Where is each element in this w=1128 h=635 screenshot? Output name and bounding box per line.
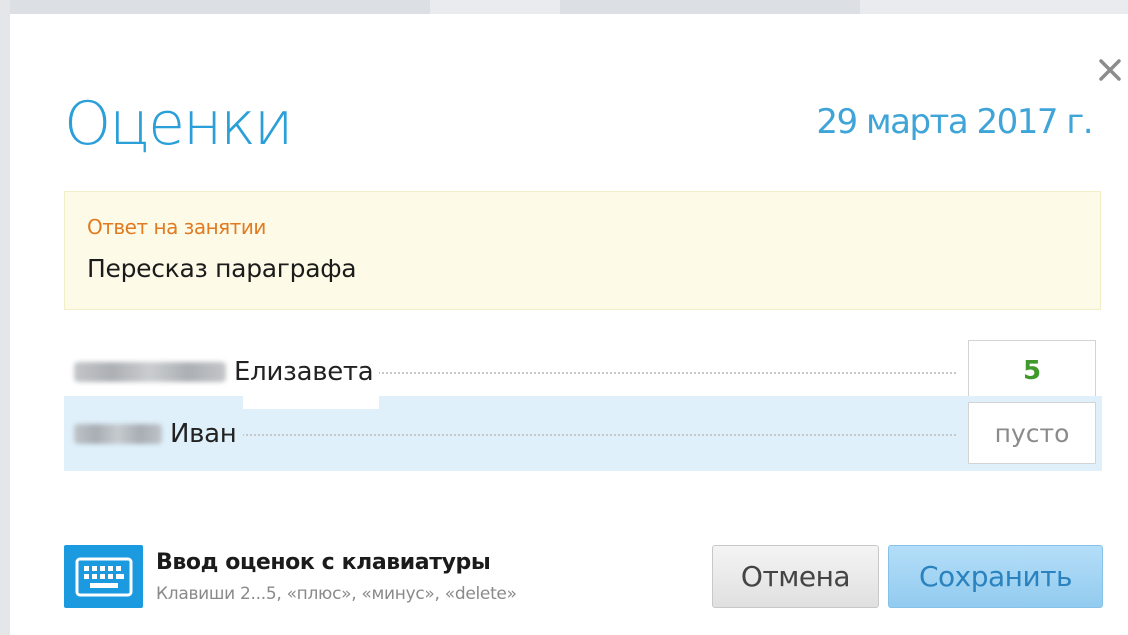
task-panel: Ответ на занятии Пересказ параграфа xyxy=(64,191,1101,310)
student-first-name: Елизавета xyxy=(234,356,374,387)
surname-redacted xyxy=(74,423,162,444)
close-icon xyxy=(1099,59,1121,81)
student-first-name: Иван xyxy=(170,418,237,449)
task-name: Пересказ параграфа xyxy=(87,254,357,283)
keyboard-icon xyxy=(75,557,132,596)
student-name: Иван xyxy=(74,396,243,471)
task-type: Ответ на занятии xyxy=(87,215,266,239)
save-button[interactable]: Сохранить xyxy=(888,545,1103,608)
grade-input[interactable]: пусто xyxy=(968,402,1096,464)
student-row-selected[interactable]: Иван пусто xyxy=(64,396,1102,471)
surname-redacted xyxy=(74,361,226,382)
keyboard-mode-hint: Клавиши 2...5, «плюс», «минус», «delete» xyxy=(156,584,517,604)
grades-dialog: Оценки 29 марта 2017 г. Ответ на занятии… xyxy=(10,14,1128,635)
dialog-title: Оценки xyxy=(64,89,293,159)
cancel-button[interactable]: Отмена xyxy=(712,545,879,608)
keyboard-input-button[interactable] xyxy=(64,545,143,608)
close-button[interactable] xyxy=(1096,56,1124,84)
backdrop xyxy=(0,0,10,635)
keyboard-mode-title: Ввод оценок с клавиатуры xyxy=(156,550,491,575)
grade-input[interactable]: 5 xyxy=(968,340,1096,402)
grade-value: 5 xyxy=(1022,356,1042,386)
grade-placeholder: пусто xyxy=(994,418,1070,448)
lesson-date: 29 марта 2017 г. xyxy=(816,102,1093,142)
